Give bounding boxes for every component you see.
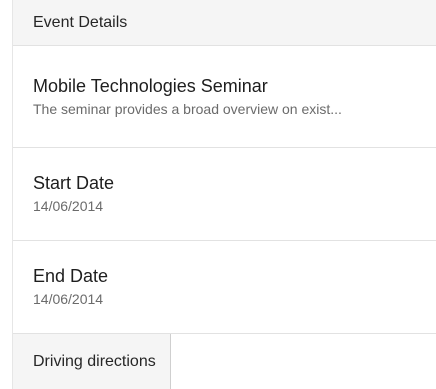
- panel-header: Event Details: [13, 0, 436, 46]
- event-summary-item[interactable]: Mobile Technologies Seminar The seminar …: [13, 46, 436, 148]
- page-title: Event Details: [33, 13, 128, 31]
- event-name: Mobile Technologies Seminar: [33, 75, 268, 96]
- start-date-label: Start Date: [33, 173, 115, 193]
- end-date-value: 14/06/2014: [33, 291, 104, 307]
- start-date-item[interactable]: Start Date 14/06/2014: [13, 148, 436, 241]
- end-date-item[interactable]: End Date 14/06/2014: [13, 241, 436, 334]
- end-date-label: End Date: [33, 266, 109, 286]
- driving-directions-button[interactable]: Driving directions: [13, 334, 171, 389]
- panel-footer: Driving directions: [13, 334, 436, 389]
- event-description: The seminar provides a broad overview on…: [33, 100, 342, 117]
- event-details-panel: Event Details Mobile Technologies Semina…: [12, 0, 436, 389]
- start-date-value: 14/06/2014: [33, 198, 104, 214]
